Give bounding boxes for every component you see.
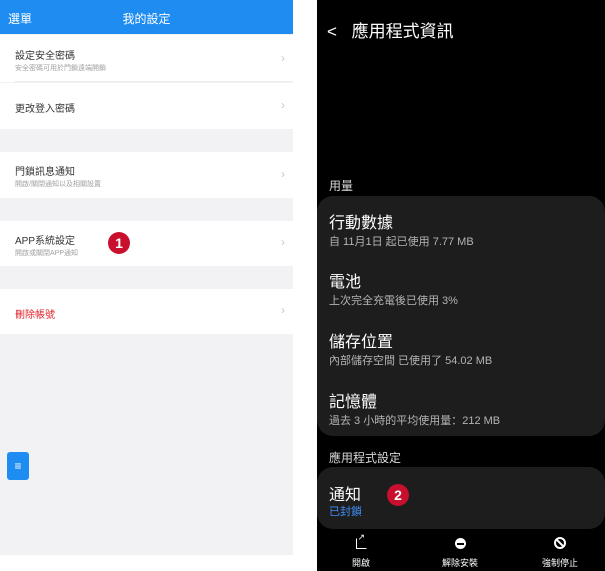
item-title: 儲存位置: [329, 334, 394, 351]
page-title: 應用程式資訊: [351, 22, 454, 41]
row-title: 門鎖訊息通知: [15, 167, 75, 178]
row-subtitle: 開啟/關閉通知以及相關設置: [15, 181, 101, 188]
row-title: 更改登入密碼: [15, 104, 75, 115]
bottom-action-bar: 開啟 解除安裝 強制停止: [317, 530, 605, 571]
usage-card: 行動數據 自 11月1日 起已使用 7.77 MB 電池 上次完全充電後已使用 …: [317, 196, 605, 436]
item-title: 記憶體: [329, 394, 378, 411]
chevron-right-icon: ›: [281, 167, 285, 181]
step-badge-1: 1: [108, 232, 130, 254]
divider: [15, 81, 293, 82]
app-info-screen: < 應用程式資訊 用量 行動數據 自 11月1日 起已使用 7.77 MB 電池…: [317, 0, 605, 571]
page-title: 我的設定: [122, 12, 171, 26]
uninstall-button[interactable]: 解除安裝: [420, 530, 500, 569]
row-title-danger: 刪除帳號: [15, 310, 55, 321]
usage-section-label: 用量: [329, 179, 354, 193]
notification-card[interactable]: 通知 已封鎖: [317, 467, 605, 529]
app-settings-section-label: 應用程式設定: [329, 451, 402, 465]
row-delete-account[interactable]: 刪除帳號 ›: [0, 289, 293, 334]
row-change-login-password[interactable]: 更改登入密碼 ›: [0, 83, 293, 129]
notification-title: 通知: [329, 487, 362, 504]
notification-status: 已封鎖: [329, 506, 362, 518]
row-app-system-settings[interactable]: APP系統設定 開啟或關閉APP通知 ›: [0, 221, 293, 266]
step-badge-2: 2: [387, 484, 409, 506]
row-title: 設定安全密碼: [15, 51, 75, 62]
floating-menu-button[interactable]: ≡: [7, 452, 29, 480]
item-title: 電池: [329, 274, 362, 291]
item-subtitle: 自 11月1日 起已使用 7.77 MB: [329, 236, 474, 248]
settings-screen: 選單 我的設定 設定安全密碼 安全密碼可用於門鎖遠端開鎖 › 更改登入密碼 › …: [0, 0, 293, 555]
item-subtitle: 過去 3 小時的平均使用量：212 MB: [329, 415, 501, 427]
row-subtitle: 安全密碼可用於門鎖遠端開鎖: [15, 65, 106, 72]
header-bar: 選單 我的設定: [0, 0, 293, 34]
uninstall-label: 解除安裝: [441, 558, 478, 568]
open-button[interactable]: 開啟: [321, 530, 401, 569]
row-lock-notifications[interactable]: 門鎖訊息通知 開啟/關閉通知以及相關設置 ›: [0, 152, 293, 198]
chevron-right-icon: ›: [281, 51, 285, 65]
chevron-right-icon: ›: [281, 98, 285, 112]
force-stop-button[interactable]: 強制停止: [520, 530, 600, 569]
row-set-security-password[interactable]: 設定安全密碼 安全密碼可用於門鎖遠端開鎖 ›: [0, 35, 293, 82]
force-stop-icon: [554, 537, 566, 549]
open-label: 開啟: [351, 558, 370, 568]
chevron-right-icon: ›: [281, 235, 285, 249]
app-bar: < 應用程式資訊: [327, 17, 454, 42]
open-icon: [355, 532, 367, 549]
row-subtitle: 開啟或關閉APP通知: [15, 250, 79, 257]
uninstall-icon: [454, 538, 466, 549]
back-arrow-icon[interactable]: <: [327, 22, 337, 41]
item-subtitle: 內部儲存空間 已使用了 54.02 MB: [329, 355, 493, 367]
item-subtitle: 上次完全充電後已使用 3%: [329, 295, 458, 307]
row-title: APP系統設定: [15, 236, 76, 247]
chevron-right-icon: ›: [281, 303, 285, 317]
force-stop-label: 強制停止: [541, 558, 578, 568]
item-title: 行動數據: [329, 215, 394, 232]
